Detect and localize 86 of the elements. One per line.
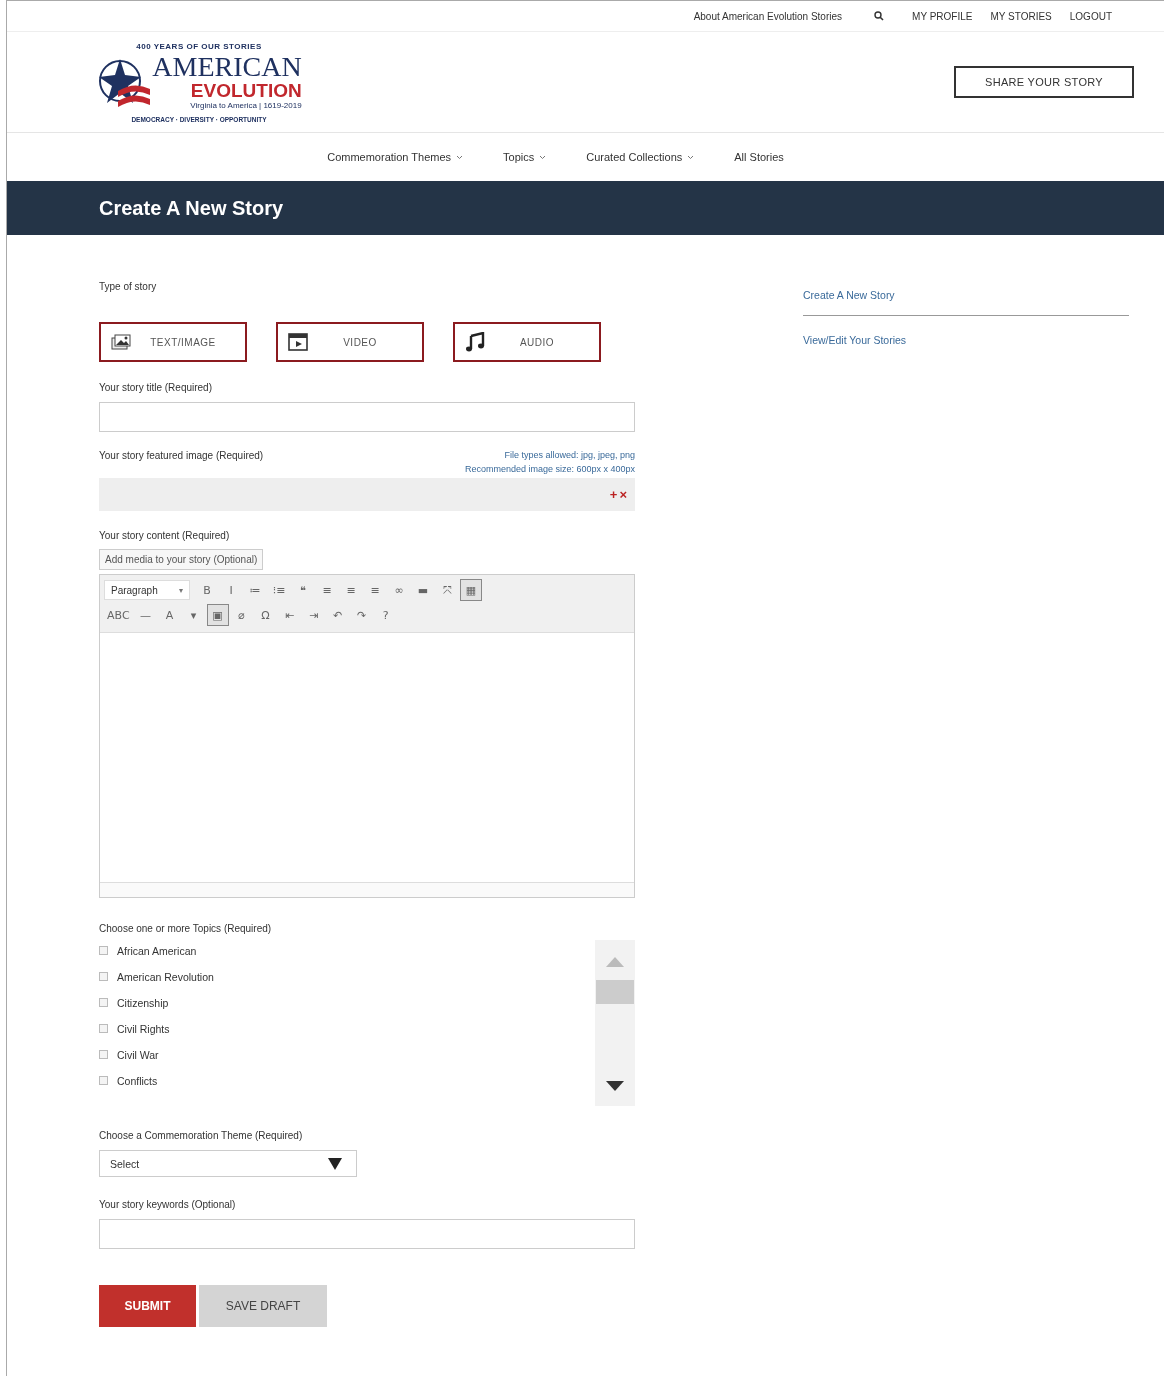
toolbar-button[interactable]: I [220, 579, 242, 601]
dropdown-caret-icon [328, 1157, 342, 1170]
toolbar-button[interactable]: ▦ [460, 579, 482, 601]
film-play-icon [288, 332, 308, 352]
field-label: Your story featured image (Required) [99, 450, 264, 463]
scrollbar[interactable] [595, 940, 635, 1106]
toolbar-button[interactable]: ≡ [340, 579, 362, 601]
toolbar-button[interactable]: ▣ [206, 604, 229, 626]
music-note-icon [465, 332, 485, 352]
keywords-field[interactable] [99, 1219, 635, 1249]
toolbar-button[interactable]: ⇤ [278, 604, 301, 626]
image-upload-field[interactable]: +× [99, 478, 635, 511]
field-label: Your story title (Required) [99, 382, 213, 393]
toolbar-button[interactable]: — [134, 604, 157, 626]
file-hint: Recommended image size: 600px x 400px [464, 464, 635, 474]
toolbar-button[interactable]: ∞ [388, 579, 410, 601]
toolbar-button[interactable]: ↷ [350, 604, 373, 626]
toolbar-button[interactable]: ≡ [316, 579, 338, 601]
logo-tagline: 400 YEARS OF OUR STORIES [136, 41, 262, 51]
topic-label: Civil War [117, 1048, 159, 1061]
topic-checkbox[interactable] [99, 946, 108, 955]
add-media-button[interactable]: Add media to your story (Optional) [99, 549, 264, 570]
file-hint: File types allowed: jpg, jpeg, png [504, 450, 635, 460]
toolbar-button[interactable]: ↶ [326, 604, 349, 626]
account-link[interactable]: MY STORIES [990, 10, 1052, 22]
story-type-button[interactable]: VIDEO [276, 322, 424, 362]
toolbar-button[interactable]: ≡ [364, 579, 386, 601]
topic-checkbox[interactable] [99, 1024, 108, 1033]
theme-select[interactable]: Select [99, 1150, 357, 1177]
toolbar-button[interactable]: Ω [254, 604, 277, 626]
search-icon[interactable] [874, 11, 885, 21]
upload-control[interactable]: + [609, 487, 618, 502]
toolbar-button[interactable]: A [158, 604, 181, 626]
share-story-button[interactable]: SHARE YOUR STORY [954, 66, 1134, 98]
toolbar-button[interactable]: ≔ [244, 579, 266, 601]
story-type-button[interactable]: AUDIO [453, 322, 601, 362]
topic-label: Citizenship [117, 996, 169, 1009]
topic-checkbox[interactable] [99, 1076, 108, 1085]
field-label: Choose one or more Topics (Required) [99, 923, 273, 934]
about-link[interactable]: About American Evolution Stories [693, 10, 843, 22]
chevron-down-icon[interactable] [456, 154, 464, 160]
picture-icon [111, 333, 131, 351]
story-type-button[interactable]: TEXT/IMAGE [99, 322, 247, 362]
toolbar-button[interactable]: ⇥ [302, 604, 325, 626]
page-title: Create A New Story [99, 196, 284, 220]
topic-label: Civil Rights [117, 1022, 170, 1035]
field-label: Choose a Commemoration Theme (Required) [99, 1130, 304, 1141]
field-label: Your story keywords (Optional) [99, 1199, 237, 1210]
toolbar-button[interactable]: ▬ [412, 579, 434, 601]
logo-subline: Virginia to America | 1619-2019 [190, 102, 302, 110]
scroll-thumb[interactable] [596, 980, 634, 1004]
chevron-down-icon[interactable] [539, 154, 547, 160]
nav-link[interactable]: All Stories [734, 151, 784, 163]
topic-label: American Revolution [117, 970, 214, 983]
logo-wordmark: AMERICAN [152, 53, 302, 81]
scroll-down-icon[interactable] [605, 1080, 625, 1092]
field-label: Your story content (Required) [99, 530, 231, 541]
logo-wordmark: EVOLUTION [190, 81, 302, 100]
nav-link[interactable]: Topics [503, 151, 547, 163]
toolbar-button[interactable]: B [196, 579, 218, 601]
toolbar-button[interactable]: ⁝≡ [268, 579, 290, 601]
scroll-up-icon[interactable] [605, 956, 625, 968]
nav-link[interactable]: Commemoration Themes [327, 151, 464, 163]
topic-label: African American [117, 944, 197, 957]
topic-checkbox[interactable] [99, 998, 108, 1007]
toolbar-button[interactable]: ? [374, 604, 397, 626]
topic-checkbox[interactable] [99, 1050, 108, 1059]
nav-link[interactable]: Curated Collections [586, 151, 695, 163]
field-label: Type of story [99, 281, 158, 292]
save-draft-button[interactable]: SAVE DRAFT [199, 1285, 327, 1327]
toolbar-button[interactable]: ⤧ [436, 579, 458, 601]
toolbar-button[interactable]: ❝ [292, 579, 314, 601]
story-title-field[interactable] [99, 402, 635, 432]
topic-label: Conflicts [117, 1074, 158, 1087]
sidebar-link[interactable]: View/Edit Your Stories [803, 334, 1129, 360]
chevron-down-icon[interactable] [687, 154, 695, 160]
sidebar-link[interactable]: Create A New Story [803, 289, 1129, 316]
account-link[interactable]: LOGOUT [1069, 10, 1112, 22]
toolbar-button[interactable]: ABC [104, 604, 133, 626]
toolbar-button[interactable]: ▾ [182, 604, 205, 626]
upload-control[interactable]: × [619, 487, 627, 502]
toolbar-button[interactable]: ⌀ [230, 604, 253, 626]
topic-checkbox[interactable] [99, 972, 108, 981]
account-link[interactable]: MY PROFILE [912, 10, 973, 22]
format-dropdown[interactable]: Paragraph ▾ [104, 580, 190, 600]
submit-button[interactable]: SUBMIT [99, 1285, 196, 1327]
